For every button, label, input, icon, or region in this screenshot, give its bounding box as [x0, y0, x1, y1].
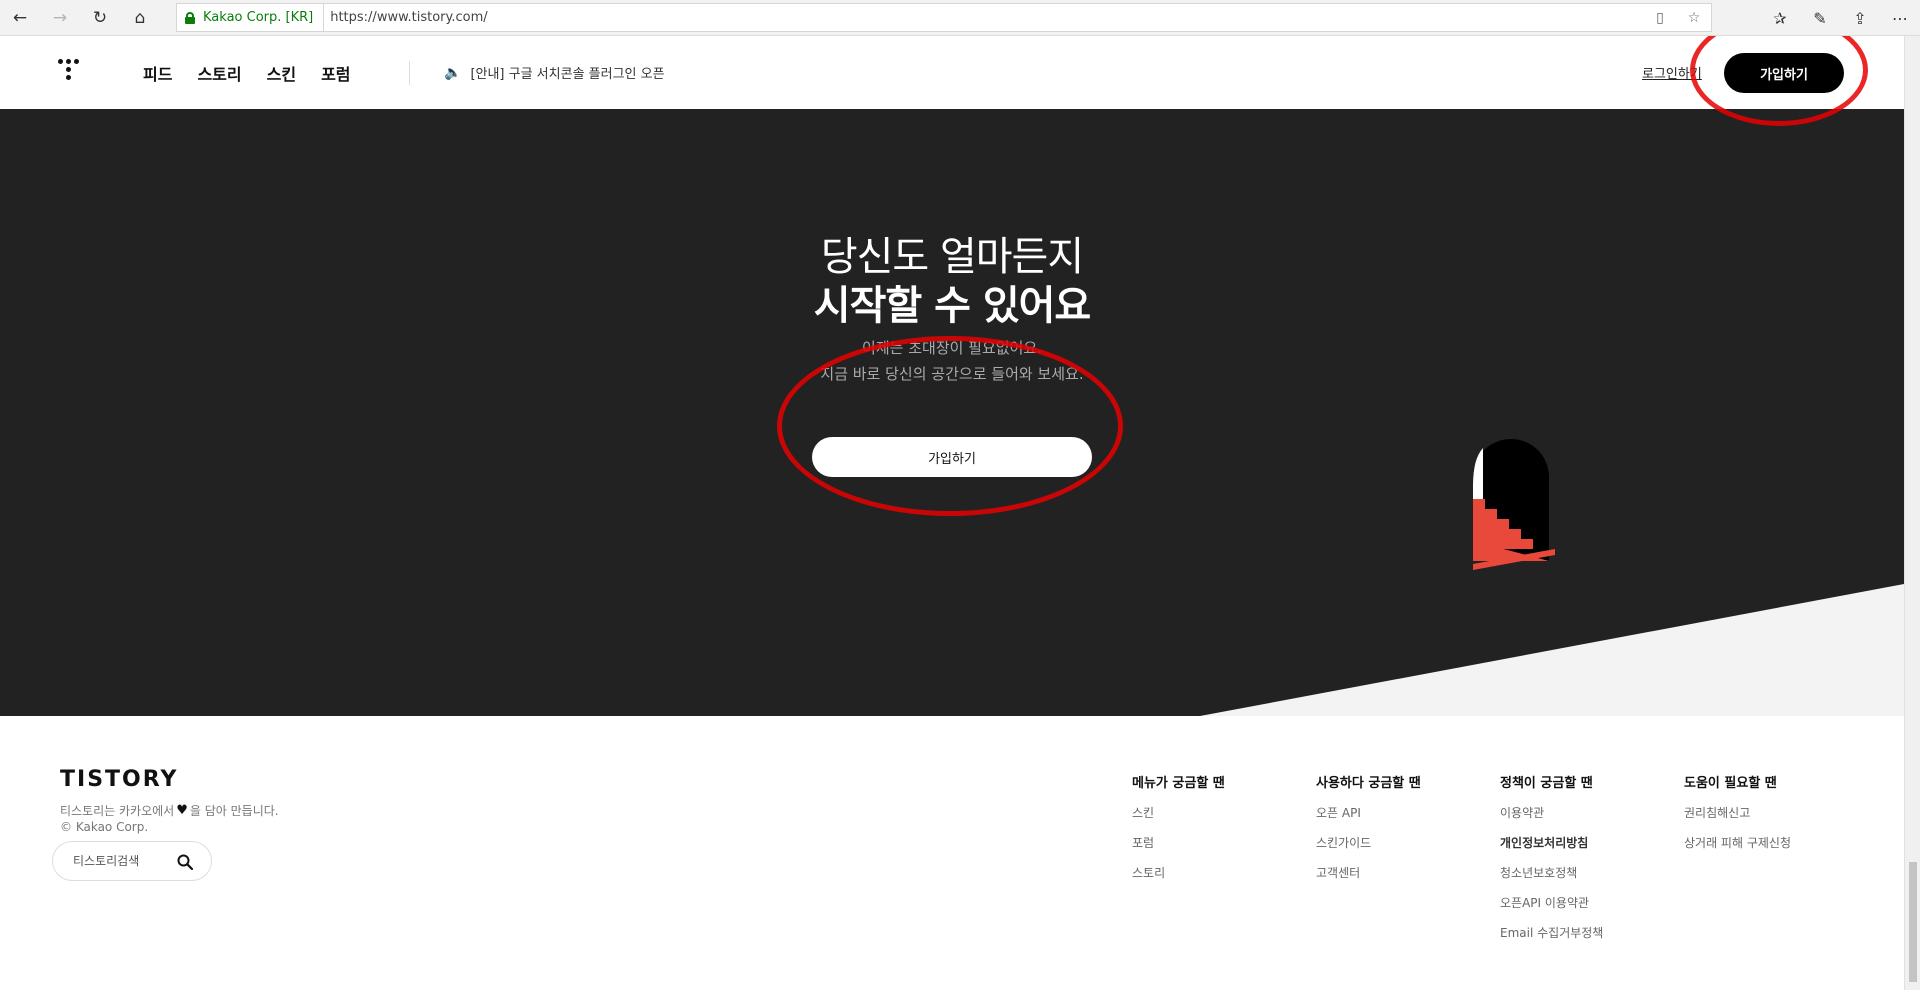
footer-link-help-center[interactable]: 고객센터: [1316, 865, 1421, 881]
footer-link-privacy[interactable]: 개인정보처리방침: [1500, 835, 1603, 851]
hero-signup-button[interactable]: 가입하기: [812, 437, 1092, 477]
share-icon[interactable]: ⇪: [1840, 0, 1880, 36]
footer-logo[interactable]: TISTORY: [60, 767, 178, 792]
more-icon[interactable]: ⋯: [1880, 0, 1920, 36]
hero-desc-line2: 지금 바로 당신의 공간으로 들어와 보세요.: [820, 365, 1084, 383]
nav-story[interactable]: 스토리: [197, 61, 241, 85]
favorites-list-icon[interactable]: ✰: [1760, 0, 1800, 36]
cert-label: Kakao Corp. [KR]: [203, 10, 314, 25]
page-scrollbar[interactable]: [1904, 36, 1920, 990]
pen-icon[interactable]: ✎: [1800, 0, 1840, 36]
hero-door-illustration: [1200, 439, 1904, 716]
footer-link-api-terms[interactable]: 오픈API 이용약관: [1500, 895, 1603, 911]
forward-icon[interactable]: →: [40, 0, 80, 36]
certificate-indicator[interactable]: Kakao Corp. [KR]: [177, 4, 325, 31]
footer-made-after: 을 담아 만듭니다.: [189, 804, 279, 818]
heart-icon: ♥: [176, 803, 188, 818]
login-link[interactable]: 로그인하기: [1642, 36, 1702, 109]
footer-link-youth-policy[interactable]: 청소년보호정책: [1500, 865, 1603, 881]
footer-link-skin[interactable]: 스킨: [1132, 805, 1225, 821]
hero-title-bold: 시작할 수 있어요: [813, 283, 1091, 329]
url-text[interactable]: https://www.tistory.com/: [324, 10, 1643, 25]
footer-link-open-api[interactable]: 오픈 API: [1316, 805, 1421, 821]
back-icon[interactable]: ←: [0, 0, 40, 36]
footer-link-email-policy[interactable]: Email 수집거부정책: [1500, 925, 1603, 941]
footer-link-forum[interactable]: 포럼: [1132, 835, 1225, 851]
scrollbar-thumb[interactable]: [1909, 862, 1917, 982]
search-icon[interactable]: [177, 854, 193, 870]
home-icon[interactable]: ⌂: [120, 0, 160, 36]
site-header: 피드 스토리 스킨 포럼 🔈 [안내] 구글 서치콘솔 플러그인 오픈 로그인하…: [0, 36, 1904, 109]
lock-icon: [185, 11, 195, 24]
refresh-icon[interactable]: ↻: [80, 0, 120, 36]
browser-toolbar: ← → ↻ ⌂ Kakao Corp. [KR] https://www.tis…: [0, 0, 1920, 36]
nav-forum[interactable]: 포럼: [321, 61, 350, 85]
nav-skin[interactable]: 스킨: [267, 61, 296, 85]
footer-col-usage: 사용하다 궁금할 땐 오픈 API 스킨가이드 고객센터: [1316, 772, 1421, 895]
footer-col-title: 정책이 궁금할 땐: [1500, 776, 1593, 791]
footer-col-policy: 정책이 궁금할 땐 이용약관 개인정보처리방침 청소년보호정책 오픈API 이용…: [1500, 772, 1603, 955]
footer-link-rights-report[interactable]: 권리침해신고: [1684, 805, 1791, 821]
footer-link-story[interactable]: 스토리: [1132, 865, 1225, 881]
footer-made-before: 티스토리는 카카오에서: [60, 804, 175, 818]
footer-link-commerce-relief[interactable]: 상거래 피해 구제신청: [1684, 835, 1791, 851]
footer-made-by: 티스토리는 카카오에서 ♥ 을 담아 만듭니다.: [60, 802, 279, 819]
notice-text[interactable]: [안내] 구글 서치콘솔 플러그인 오픈: [470, 63, 664, 82]
footer-search: [52, 841, 212, 881]
favorite-star-icon[interactable]: ☆: [1677, 3, 1711, 32]
footer-col-title: 도움이 필요할 땐: [1684, 776, 1777, 791]
footer-link-terms[interactable]: 이용약관: [1500, 805, 1603, 821]
nav-feed[interactable]: 피드: [143, 61, 172, 85]
page-viewport: 피드 스토리 스킨 포럼 🔈 [안내] 구글 서치콘솔 플러그인 오픈 로그인하…: [0, 36, 1904, 990]
speaker-icon: 🔈: [444, 64, 462, 81]
hero-description: 이제는 초대장이 필요없어요. 지금 바로 당신의 공간으로 들어와 보세요.: [0, 335, 1904, 387]
notice-banner[interactable]: 🔈 [안내] 구글 서치콘솔 플러그인 오픈: [444, 36, 665, 109]
footer-copyright: © Kakao Corp.: [60, 820, 149, 834]
footer-col-menu: 메뉴가 궁금할 땐 스킨 포럼 스토리: [1132, 772, 1225, 895]
footer-col-title: 메뉴가 궁금할 땐: [1132, 776, 1225, 791]
nav-divider: [409, 61, 410, 85]
main-nav: 피드 스토리 스킨 포럼: [143, 36, 376, 109]
tistory-logo-icon[interactable]: [58, 59, 84, 85]
site-footer: TISTORY 티스토리는 카카오에서 ♥ 을 담아 만듭니다. © Kakao…: [0, 716, 1904, 990]
footer-col-title: 사용하다 궁금할 땐: [1316, 776, 1421, 791]
footer-search-input[interactable]: [73, 854, 173, 868]
reading-view-icon[interactable]: ▯: [1643, 3, 1677, 32]
address-bar[interactable]: Kakao Corp. [KR] https://www.tistory.com…: [176, 3, 1712, 32]
header-signup-button[interactable]: 가입하기: [1724, 53, 1844, 93]
hero-desc-line1: 이제는 초대장이 필요없어요.: [862, 339, 1042, 357]
footer-link-skin-guide[interactable]: 스킨가이드: [1316, 835, 1421, 851]
footer-col-help: 도움이 필요할 땐 권리침해신고 상거래 피해 구제신청: [1684, 772, 1791, 865]
hero-section: 당신도 얼마든지 시작할 수 있어요 이제는 초대장이 필요없어요. 지금 바로…: [0, 109, 1904, 716]
